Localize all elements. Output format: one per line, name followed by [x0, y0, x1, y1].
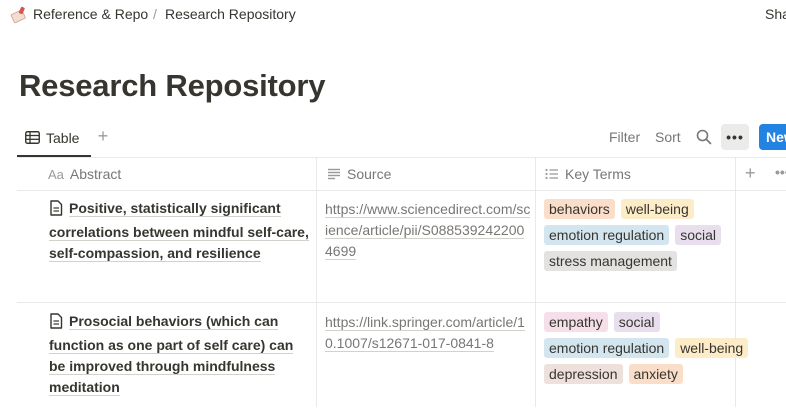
- abstract-cell[interactable]: Prosocial behaviors (which can function …: [49, 311, 311, 398]
- table-row[interactable]: Prosocial behaviors (which can function …: [17, 304, 786, 414]
- more-options-button[interactable]: •••: [721, 124, 749, 150]
- table-header: Aa Abstract Source Key Terms + •••: [17, 158, 786, 191]
- column-label: Source: [347, 166, 392, 182]
- search-icon[interactable]: [696, 129, 712, 145]
- key-terms-cell[interactable]: empathy social emotion regulation well-b…: [544, 312, 749, 384]
- breadcrumb-current[interactable]: Research Repository: [165, 6, 296, 22]
- abstract-text: Prosocial behaviors (which can function …: [49, 313, 294, 396]
- tag[interactable]: social: [675, 225, 721, 245]
- top-bar: Reference & Repo / Research Repository S…: [0, 0, 786, 30]
- sort-button[interactable]: Sort: [655, 129, 681, 145]
- key-terms-cell[interactable]: behaviors well-being emotion regulation …: [544, 199, 749, 271]
- source-cell[interactable]: https://link.springer.com/article/10.100…: [325, 312, 531, 354]
- table-icon: [25, 131, 40, 144]
- tag[interactable]: well-being: [675, 338, 749, 358]
- share-button[interactable]: Sha: [765, 6, 786, 22]
- text-lines-icon: [328, 168, 340, 180]
- column-header-source[interactable]: Source: [327, 158, 391, 190]
- column-label: Abstract: [69, 166, 122, 182]
- tag[interactable]: emotion regulation: [544, 225, 670, 245]
- add-view-button[interactable]: +: [95, 127, 111, 145]
- column-header-abstract[interactable]: Aa Abstract: [48, 158, 121, 190]
- tag[interactable]: well-being: [620, 199, 694, 219]
- tag[interactable]: stress management: [544, 251, 677, 271]
- source-link[interactable]: https://www.sciencedirect.com/science/ar…: [325, 201, 531, 260]
- multi-select-icon: [545, 168, 558, 180]
- breadcrumb-separator: /: [153, 6, 157, 22]
- tab-table-label: Table: [46, 129, 80, 146]
- tag[interactable]: anxiety: [628, 364, 683, 384]
- page-icon: [49, 313, 63, 335]
- column-more-button[interactable]: •••: [775, 164, 786, 180]
- filter-button[interactable]: Filter: [609, 129, 640, 145]
- abstract-cell[interactable]: Positive, statistically significant corr…: [49, 198, 311, 264]
- tag[interactable]: emotion regulation: [544, 338, 670, 358]
- view-bar: Table + Filter Sort ••• New: [0, 120, 786, 158]
- page-emoji-icon[interactable]: [10, 6, 28, 24]
- page-icon: [49, 200, 63, 222]
- source-cell[interactable]: https://www.sciencedirect.com/science/ar…: [325, 199, 531, 262]
- new-button[interactable]: New: [759, 124, 786, 150]
- page-title[interactable]: Research Repository: [19, 68, 326, 104]
- tab-table[interactable]: Table: [17, 120, 91, 157]
- tag[interactable]: behaviors: [544, 199, 615, 219]
- breadcrumb-parent[interactable]: Reference & Repo: [33, 6, 148, 22]
- tag[interactable]: empathy: [544, 312, 608, 332]
- table-row[interactable]: Positive, statistically significant corr…: [17, 191, 786, 303]
- column-label: Key Terms: [565, 166, 631, 182]
- source-link[interactable]: https://link.springer.com/article/10.100…: [325, 314, 525, 352]
- tag[interactable]: social: [613, 312, 660, 332]
- column-header-key-terms[interactable]: Key Terms: [545, 158, 631, 190]
- text-property-icon: Aa: [48, 166, 64, 182]
- add-property-button[interactable]: +: [745, 164, 756, 182]
- abstract-text: Positive, statistically significant corr…: [49, 200, 309, 262]
- tag[interactable]: depression: [544, 364, 623, 384]
